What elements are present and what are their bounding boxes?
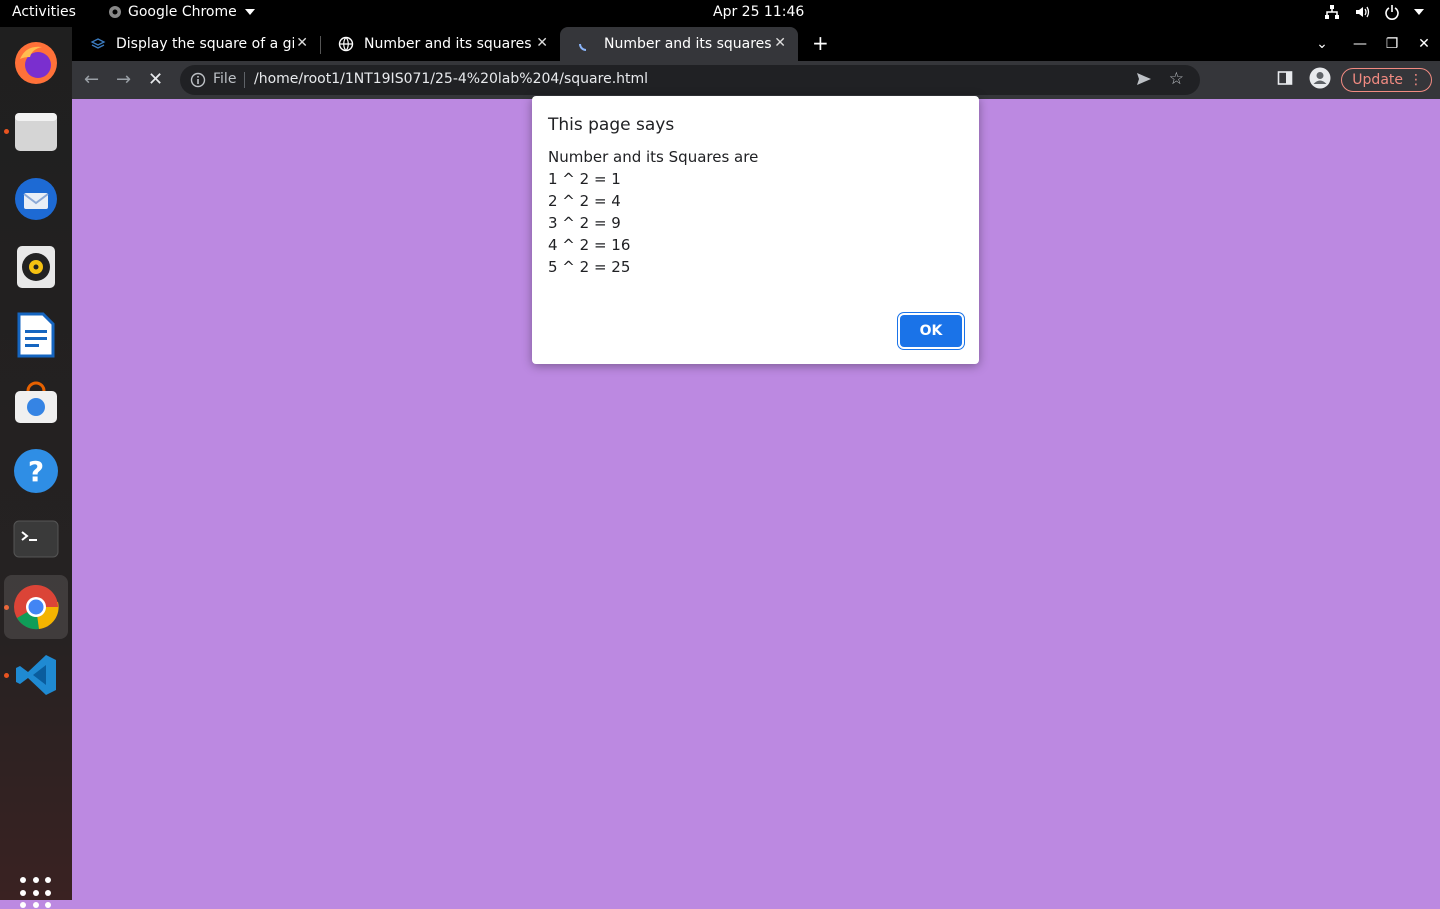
dock-rhythmbox[interactable] — [4, 235, 68, 299]
forward-arrow-icon[interactable]: → — [116, 69, 131, 90]
chrome-icon — [14, 585, 59, 630]
window-controls: ⌄ — ❐ ✕ — [1306, 27, 1440, 61]
close-icon[interactable]: ✕ — [774, 35, 786, 51]
bookmark-star-icon[interactable]: ☆ — [1169, 69, 1184, 89]
stop-loading-icon[interactable]: ✕ — [148, 69, 163, 90]
svg-text:?: ? — [28, 455, 44, 488]
tab-1[interactable]: Display the square of a gi ✕ — [72, 27, 320, 61]
tab-strip: Display the square of a gi ✕ Number and … — [72, 27, 1440, 61]
thunderbird-icon — [15, 178, 57, 220]
update-label: Update — [1352, 72, 1403, 88]
profile-avatar-icon[interactable] — [1309, 67, 1331, 93]
dock-chrome[interactable] — [4, 575, 68, 639]
close-window-icon[interactable]: ✕ — [1408, 36, 1440, 52]
app-menu[interactable]: Google Chrome — [108, 4, 255, 20]
tab-2[interactable]: Number and its squares ✕ — [320, 27, 560, 61]
close-icon[interactable]: ✕ — [296, 35, 308, 51]
url-scheme: File — [213, 71, 237, 87]
info-icon[interactable] — [190, 72, 206, 92]
side-panel-icon[interactable] — [1277, 70, 1293, 90]
toolbar-right: Update ⋮ — [1277, 61, 1440, 99]
address-bar[interactable]: File /home/root1/1NT19IS071/25-4%20lab%2… — [180, 65, 1200, 95]
dock-help[interactable]: ? — [4, 439, 68, 503]
tab-search-icon[interactable]: ⌄ — [1306, 36, 1338, 52]
tab-title: Number and its squares — [364, 36, 532, 52]
tab-3-active[interactable]: Number and its squares ✕ — [560, 27, 798, 61]
browser-toolbar: ← → ✕ File /home/root1/1NT19IS071/25-4%2… — [72, 61, 1440, 99]
dock-thunderbird[interactable] — [4, 167, 68, 231]
writer-icon — [17, 312, 55, 358]
gnome-top-bar: Activities Google Chrome Apr 25 11:46 — [0, 0, 1440, 27]
message-line: 4 ^ 2 = 16 — [548, 236, 631, 254]
power-icon — [1385, 5, 1399, 20]
network-icon — [1325, 5, 1339, 19]
tab-title: Number and its squares — [604, 36, 772, 52]
close-icon[interactable]: ✕ — [536, 35, 548, 51]
dock-terminal[interactable] — [4, 507, 68, 571]
ok-button[interactable]: OK — [900, 315, 962, 347]
vscode-icon — [16, 655, 56, 695]
caret-down-icon — [1414, 9, 1424, 15]
activities-button[interactable]: Activities — [12, 4, 76, 20]
chrome-small-icon — [109, 6, 121, 18]
rhythmbox-icon — [17, 246, 55, 288]
globe-icon — [338, 36, 354, 52]
dock-firefox[interactable] — [4, 31, 68, 95]
dialog-message: Number and its Squares are 1 ^ 2 = 1 2 ^… — [548, 146, 758, 278]
caret-down-icon — [244, 9, 255, 15]
clock[interactable]: Apr 25 11:46 — [713, 4, 804, 20]
loading-spinner-icon — [578, 36, 594, 52]
url-text[interactable]: /home/root1/1NT19IS071/25-4%20lab%204/sq… — [254, 71, 648, 87]
volume-icon — [1356, 6, 1370, 18]
terminal-icon — [13, 520, 59, 558]
send-icon[interactable] — [1136, 71, 1152, 91]
back-arrow-icon[interactable]: ← — [84, 69, 99, 90]
alert-dialog: This page says Number and its Squares ar… — [532, 96, 979, 364]
dock-writer[interactable] — [4, 303, 68, 367]
firefox-icon — [15, 42, 57, 84]
message-line: 1 ^ 2 = 1 — [548, 170, 621, 188]
message-line: Number and its Squares are — [548, 148, 759, 166]
dock: ? — [0, 27, 72, 909]
show-apps-icon[interactable] — [20, 877, 52, 909]
message-line: 2 ^ 2 = 4 — [548, 192, 621, 210]
help-icon: ? — [14, 449, 58, 493]
kebab-menu-icon[interactable]: ⋮ — [1409, 72, 1423, 88]
message-line: 3 ^ 2 = 9 — [548, 214, 621, 232]
new-tab-button[interactable]: + — [812, 31, 829, 55]
dock-files[interactable] — [4, 99, 68, 163]
app-menu-label: Google Chrome — [128, 4, 237, 20]
dialog-title: This page says — [548, 115, 675, 135]
dock-vscode[interactable] — [4, 643, 68, 707]
message-line: 5 ^ 2 = 25 — [548, 258, 631, 276]
files-icon — [15, 113, 57, 151]
system-tray[interactable] — [1324, 4, 1424, 20]
tab-title: Display the square of a gi — [116, 36, 294, 52]
minimize-icon[interactable]: — — [1344, 36, 1376, 52]
software-icon — [15, 381, 57, 423]
dock-software[interactable] — [4, 371, 68, 435]
stack-favicon-icon — [90, 36, 106, 52]
maximize-icon[interactable]: ❐ — [1376, 36, 1408, 52]
update-button[interactable]: Update ⋮ — [1341, 68, 1432, 92]
